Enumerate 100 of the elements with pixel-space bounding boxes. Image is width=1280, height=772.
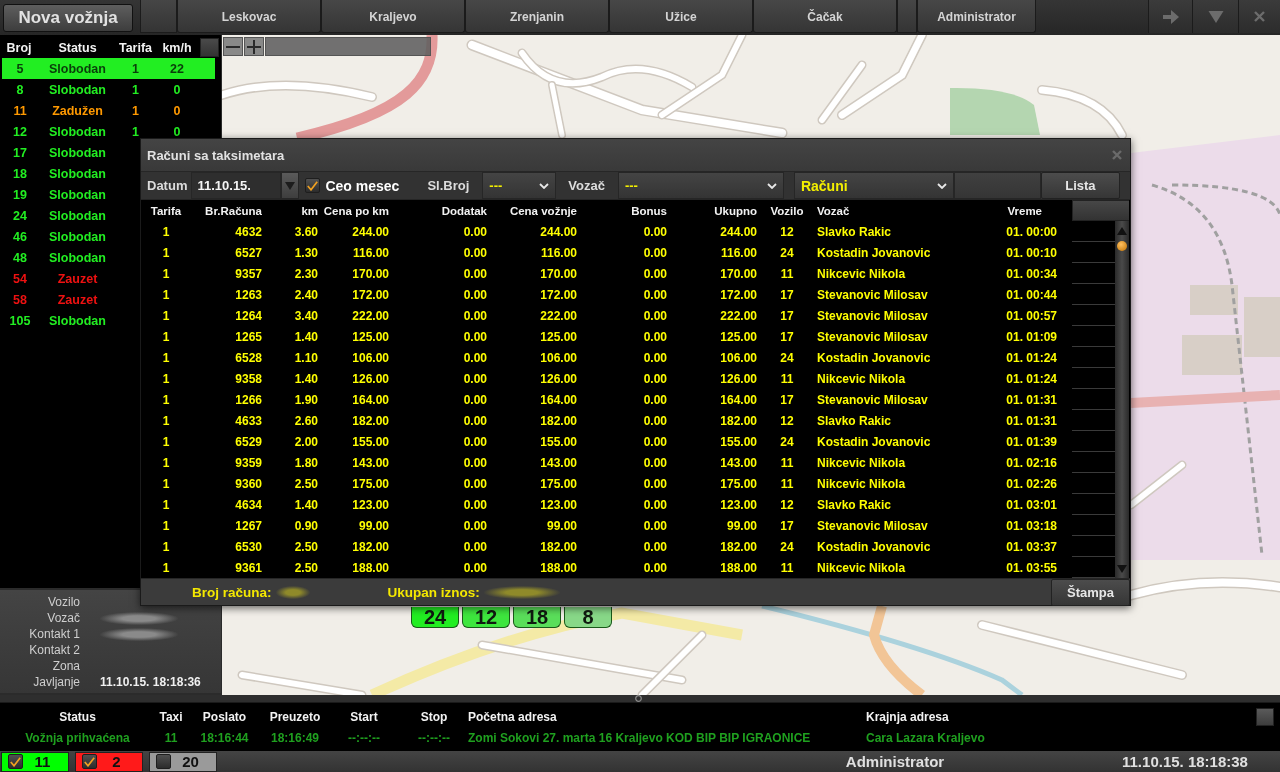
table-cell-text: 0.00 xyxy=(462,455,488,470)
status-text: Zauzet xyxy=(56,292,99,307)
table-cell-text: 1 xyxy=(161,434,171,449)
filter-toggle[interactable]: 2 xyxy=(75,751,143,772)
column-header: Taxi xyxy=(158,709,184,724)
table-cell-text: 1 xyxy=(161,539,171,554)
table-cell-text: Zomi Sokovi 27. marta 16 Kraljevo KOD BIP BIP IGRAONICE xyxy=(468,730,812,745)
scroll-button[interactable] xyxy=(1256,707,1274,726)
table-cell-text: Cara Lazara Kraljevo xyxy=(866,730,986,745)
column-header: Preuzeto xyxy=(268,709,322,724)
scrollbar[interactable] xyxy=(1115,200,1129,578)
table-cell-text: Nikcevic Nikola xyxy=(816,266,907,281)
table-cell-text: 182.00 xyxy=(351,539,390,554)
column-header: Tarifa xyxy=(117,40,154,55)
checkbox[interactable] xyxy=(8,754,23,769)
table-cell-text: 6530 xyxy=(234,539,263,554)
date-field[interactable]: 11.10.15. xyxy=(191,172,282,199)
table-cell-text: 1 xyxy=(161,392,171,407)
new-ride-button[interactable]: Nova vožnja xyxy=(3,4,133,32)
table-cell-text: 46 xyxy=(12,229,28,244)
vehicle-marker[interactable]: 24 xyxy=(411,607,459,628)
table-cell-text: 123.00 xyxy=(719,497,758,512)
table-cell-text: 106.00 xyxy=(539,350,578,365)
table-cell-text: 0.00 xyxy=(462,434,488,449)
column-header: km xyxy=(300,204,319,217)
vehicle-marker[interactable]: 12 xyxy=(462,607,510,628)
table-cell-text: 0.00 xyxy=(462,413,488,428)
table-cell-text: 1 xyxy=(131,103,140,118)
table-cell-text: 126.00 xyxy=(351,371,390,386)
table-cell-text: 8 xyxy=(15,82,25,97)
tab[interactable]: Čačak xyxy=(753,0,897,33)
checkbox[interactable] xyxy=(82,754,97,769)
table-cell-text: 172.00 xyxy=(539,287,578,302)
scrollbar-thumb[interactable] xyxy=(1117,241,1127,251)
tab[interactable]: Zrenjanin xyxy=(465,0,609,33)
table-cell-text: 1 xyxy=(161,560,171,575)
number-select[interactable]: --- xyxy=(482,172,557,199)
print-button[interactable]: Štampa xyxy=(1051,578,1130,606)
driver-label: Vozač xyxy=(568,178,605,193)
bar-segment xyxy=(897,0,917,33)
column-header: Poslato xyxy=(201,709,248,724)
close-icon[interactable] xyxy=(1112,150,1122,160)
table-cell-text: 0.00 xyxy=(462,476,488,491)
vehicle-row[interactable]: 5 Slobodan 1 22 xyxy=(2,58,215,79)
minimize-button[interactable] xyxy=(1192,0,1238,33)
table-cell-text: --:--:-- xyxy=(417,730,451,745)
count-label: Broj računa: xyxy=(192,584,272,600)
tab[interactable]: Užice xyxy=(609,0,753,33)
table-cell-text: 1.10 xyxy=(293,350,319,365)
table-cell-text: 58 xyxy=(12,292,28,307)
table-cell-text: 123.00 xyxy=(351,497,390,512)
table-cell-text: 0.00 xyxy=(642,560,668,575)
table-cell-text: 155.00 xyxy=(719,434,758,449)
table-cell-text: 143.00 xyxy=(539,455,578,470)
column-header: km/h xyxy=(161,40,193,55)
table-cell-text: 1 xyxy=(161,455,171,470)
column-header: Dodatak xyxy=(440,204,488,217)
driver-select[interactable]: --- xyxy=(617,172,784,199)
status-text: Slobodan xyxy=(48,124,107,139)
table-cell-text: 0.00 xyxy=(642,434,668,449)
list-button[interactable]: Lista xyxy=(1040,172,1120,199)
table-cell-text: 18:16:44 xyxy=(199,730,250,745)
status-text: Slobodan xyxy=(48,250,107,265)
vehicle-marker[interactable]: 18 xyxy=(513,607,561,628)
checkbox[interactable] xyxy=(305,178,321,193)
close-button[interactable] xyxy=(1238,0,1280,33)
column-header: Status xyxy=(58,709,97,724)
table-cell-text: 9357 xyxy=(234,266,263,281)
table-cell-text: 18:16:49 xyxy=(269,730,320,745)
column-header: Krajnja adresa xyxy=(866,709,950,724)
chevron-down-icon xyxy=(936,182,947,189)
table-cell-text: 17 xyxy=(779,392,795,407)
checkbox[interactable] xyxy=(156,754,171,769)
forward-button[interactable] xyxy=(1148,0,1192,33)
table-cell-text: 0.00 xyxy=(642,224,668,239)
zoom-out-button[interactable] xyxy=(223,37,243,56)
zoom-in-button[interactable] xyxy=(244,37,264,56)
table-cell-text: Stevanovic Milosav xyxy=(816,392,929,407)
table-cell-text: 01. 00:44 xyxy=(1005,287,1057,302)
filter-toggle[interactable]: 11 xyxy=(1,751,69,772)
table-cell-text: 17 xyxy=(12,145,28,160)
status-text: Zauzet xyxy=(56,271,99,286)
table-cell-text: 0.00 xyxy=(642,455,668,470)
status-text: Slobodan xyxy=(48,187,107,202)
date-dropdown-button[interactable] xyxy=(281,172,300,199)
table-cell-text: 01. 02:26 xyxy=(1005,476,1057,491)
table-cell-text: 01. 03:55 xyxy=(1005,560,1057,575)
table-cell-text: 1263 xyxy=(234,287,263,302)
table-cell-text: 182.00 xyxy=(539,413,578,428)
table-cell-text: 0 xyxy=(172,82,182,97)
table-cell-text: 143.00 xyxy=(351,455,390,470)
table-cell-text: 0.00 xyxy=(642,497,668,512)
tab[interactable]: Kraljevo xyxy=(321,0,465,33)
table-cell-text: Vožnja prihvaćena xyxy=(24,730,131,745)
tab[interactable]: Administrator xyxy=(917,0,1036,33)
status-text: Zadužen xyxy=(51,103,104,118)
filter-toggle[interactable]: 20 xyxy=(149,751,217,772)
vehicle-marker[interactable]: 8 xyxy=(564,607,612,628)
tab[interactable]: Leskovac xyxy=(177,0,321,33)
type-select[interactable]: Računi xyxy=(793,172,954,199)
